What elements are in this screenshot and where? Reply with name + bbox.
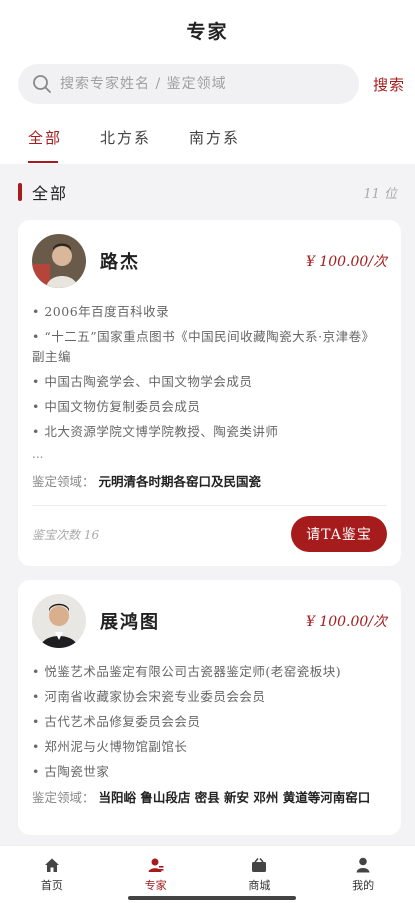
expert-field: 鉴定领域： 当阳峪 鲁山段店 密县 新安 邓州 黄道等河南窑口 [32, 787, 387, 809]
bio-item: • 北大资源学院文博学院教授、陶瓷类讲师 [32, 424, 279, 439]
expert-count: 11 位 [363, 186, 397, 202]
field-value: 元明清各时期各窑口及民国瓷 [98, 474, 262, 489]
search-button[interactable]: 搜索 [373, 74, 405, 95]
tab-north[interactable]: 北方系 [100, 121, 151, 148]
search-icon [32, 74, 52, 94]
shop-icon [252, 857, 267, 872]
bio-item: • 2006年百度百科收录 [32, 304, 170, 319]
category-tabs: 全部 北方系 南方系 [0, 104, 415, 164]
expert-price: ¥ 100.00/次 [305, 614, 387, 630]
section-accent-bar [18, 183, 22, 201]
section-title-group: 全部 [18, 180, 68, 204]
appraisal-count: 鉴宝次数 16 [32, 527, 100, 542]
bio-item: • 悦鉴艺术品鉴定有限公司古瓷器鉴定师(老窑瓷板块) [32, 664, 342, 679]
search-row: 搜索 [0, 60, 415, 104]
tabbar-item-shop[interactable]: 商城 [208, 846, 312, 903]
expert-identity: 路杰 [32, 234, 140, 288]
bio-item: • 古代艺术品修复委员会会员 [32, 714, 201, 729]
tabbar-item-expert[interactable]: 专家 [104, 846, 208, 903]
expert-card-header: 路杰 ¥ 100.00/次 [32, 234, 387, 288]
header: 专家 [0, 0, 415, 60]
expert-card-header: 展鸿图 ¥ 100.00/次 [32, 594, 387, 648]
search-input[interactable] [60, 76, 345, 92]
section-title: 全部 [32, 184, 69, 203]
expert-price: ¥ 100.00/次 [305, 254, 387, 270]
expert-icon [148, 858, 164, 872]
tab-all[interactable]: 全部 [28, 121, 62, 163]
expert-bio: • 2006年百度百科收录 • “十二五”国家重点图书《中国民间收藏陶瓷大系·京… [32, 302, 387, 442]
request-appraisal-button[interactable]: 请TA鉴宝 [291, 516, 387, 552]
home-icon [44, 858, 59, 872]
expert-card[interactable]: 路杰 ¥ 100.00/次 • 2006年百度百科收录 • “十二五”国家重点图… [18, 220, 401, 566]
tab-south[interactable]: 南方系 [189, 121, 240, 148]
tabbar-label: 首页 [40, 878, 63, 892]
bottom-tabbar: 首页 专家 商城 我的 [0, 845, 415, 903]
expert-name: 路杰 [100, 252, 140, 273]
divider [32, 505, 387, 506]
bio-item: • 郑州泥与火博物馆副馆长 [32, 739, 188, 754]
tabbar-label: 专家 [144, 878, 167, 892]
page-title: 专家 [186, 20, 229, 43]
bio-item: • 河南省收藏家协会宋瓷专业委员会会员 [32, 689, 266, 704]
field-label: 鉴定领域： [32, 474, 95, 489]
profile-icon [356, 857, 370, 872]
bio-ellipsis: ... [32, 447, 44, 461]
section-header: 全部 11 位 [0, 164, 415, 220]
expert-identity: 展鸿图 [32, 594, 160, 648]
home-indicator [128, 896, 296, 900]
expert-bio: • 悦鉴艺术品鉴定有限公司古瓷器鉴定师(老窑瓷板块) • 河南省收藏家协会宋瓷专… [32, 662, 387, 782]
field-label: 鉴定领域： [32, 790, 95, 805]
tabbar-label: 我的 [352, 878, 375, 892]
bio-item: • 中国文物仿复制委员会成员 [32, 399, 201, 414]
expert-card[interactable]: 展鸿图 ¥ 100.00/次 • 悦鉴艺术品鉴定有限公司古瓷器鉴定师(老窑瓷板块… [18, 580, 401, 835]
tabbar-item-profile[interactable]: 我的 [311, 846, 415, 903]
bio-item: • “十二五”国家重点图书《中国民间收藏陶瓷大系·京津卷》副主编 [32, 329, 375, 364]
expert-field: 鉴定领域： 元明清各时期各窑口及民国瓷 [32, 471, 387, 493]
tabbar-label: 商城 [248, 878, 271, 892]
field-value: 当阳峪 鲁山段店 密县 新安 邓州 黄道等河南窑口 [98, 790, 371, 805]
bio-item: • 古陶瓷世家 [32, 764, 110, 779]
expert-card-footer: 鉴宝次数 16 请TA鉴宝 [32, 516, 387, 552]
avatar [32, 594, 86, 648]
bio-item: • 中国古陶瓷学会、中国文物学会成员 [32, 374, 253, 389]
tabbar-item-home[interactable]: 首页 [0, 846, 104, 903]
avatar [32, 234, 86, 288]
expert-name: 展鸿图 [100, 612, 160, 633]
search-box[interactable] [18, 64, 359, 104]
top-area: 专家 搜索 全部 北方系 南方系 [0, 0, 415, 164]
